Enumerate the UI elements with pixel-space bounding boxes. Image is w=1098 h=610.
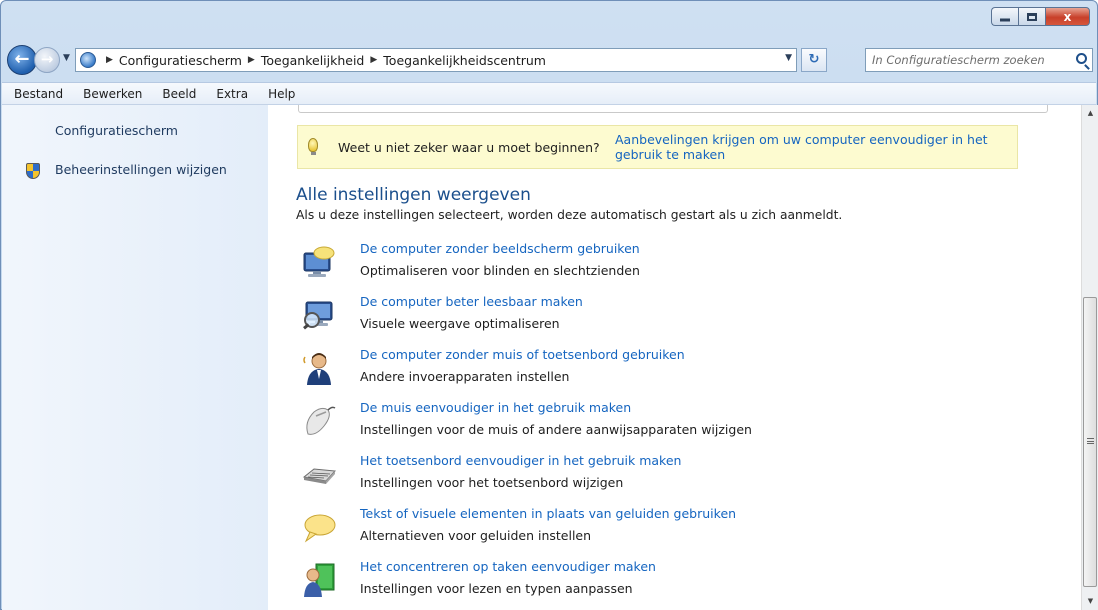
title-bar: x (1, 1, 1097, 41)
close-button[interactable]: x (1045, 7, 1090, 26)
setting-description: Instellingen voor het toetsenbord wijzig… (360, 475, 624, 490)
window-controls: x (991, 7, 1090, 26)
main-content: Weet u niet zeker waar u moet beginnen? … (268, 105, 1081, 610)
speech-bubble-icon (304, 514, 336, 543)
setting-link[interactable]: Het toetsenbord eenvoudiger in het gebru… (360, 453, 681, 468)
section-subtitle: Als u deze instellingen selecteert, word… (296, 208, 843, 222)
setting-description: Instellingen voor lezen en typen aanpass… (360, 581, 633, 596)
minimize-icon (1000, 18, 1010, 21)
menu-file[interactable]: Bestand (14, 87, 63, 101)
minimize-button[interactable] (991, 7, 1018, 26)
chevron-right-icon[interactable]: ▶ (248, 55, 255, 65)
setting-link[interactable]: De computer zonder muis of toetsenbord g… (360, 347, 685, 362)
section-title: Alle instellingen weergeven (296, 185, 531, 205)
navigation-bar: ← → ▼ ▶ Configuratiescherm ▶ Toegankelij… (7, 45, 1093, 75)
person-speech-icon (303, 353, 331, 385)
setting-item: Tekst of visuele elementen in plaats van… (296, 506, 996, 552)
menu-tools[interactable]: Extra (216, 87, 248, 101)
content-top-border (298, 105, 1048, 113)
recommendations-link[interactable]: Aanbevelingen krijgen om uw computer een… (615, 132, 1010, 162)
menu-view[interactable]: Beeld (162, 87, 196, 101)
lightbulb-icon (308, 138, 318, 155)
scroll-up-button[interactable]: ▲ (1082, 105, 1098, 122)
keyboard-icon (302, 468, 336, 484)
setting-description: Instellingen voor de muis of andere aanw… (360, 422, 752, 437)
sidebar: Configuratiescherm Beheerinstellingen wi… (2, 105, 268, 610)
setting-description: Andere invoerapparaten instellen (360, 369, 570, 384)
sidebar-link-admin-settings[interactable]: Beheerinstellingen wijzigen (55, 162, 227, 177)
menu-bar: Bestand Bewerken Beeld Extra Help (2, 82, 1096, 105)
mouse-icon (306, 406, 336, 435)
setting-link[interactable]: Het concentreren op taken eenvoudiger ma… (360, 559, 656, 574)
menu-help[interactable]: Help (268, 87, 295, 101)
setting-description: Alternatieven voor geluiden instellen (360, 528, 592, 543)
maximize-icon (1027, 12, 1037, 21)
breadcrumb-accessibility[interactable]: Toegankelijkheid (261, 53, 365, 68)
refresh-button[interactable]: ↻ (801, 48, 827, 72)
setting-link[interactable]: Tekst of visuele elementen in plaats van… (360, 506, 736, 521)
close-icon: x (1063, 9, 1072, 24)
setting-item: De computer zonder muis of toetsenbord g… (296, 347, 996, 393)
refresh-icon: ↻ (808, 52, 820, 67)
menu-edit[interactable]: Bewerken (83, 87, 142, 101)
shield-icon (26, 163, 40, 179)
chevron-right-icon[interactable]: ▶ (106, 55, 113, 65)
search-box[interactable] (865, 48, 1093, 72)
setting-link[interactable]: De computer zonder beeldscherm gebruiken (360, 241, 640, 256)
tip-banner: Weet u niet zeker waar u moet beginnen? … (297, 125, 1018, 169)
window-frame: x ← → ▼ ▶ Configuratiescherm ▶ Toegankel… (0, 0, 1098, 610)
grip-icon (1087, 438, 1094, 444)
search-input[interactable] (866, 49, 1066, 71)
sidebar-link-control-panel[interactable]: Configuratiescherm (55, 123, 178, 138)
back-button[interactable]: ← (7, 45, 37, 75)
vertical-scrollbar[interactable]: ▲ ▼ (1081, 105, 1098, 610)
setting-link[interactable]: De muis eenvoudiger in het gebruik maken (360, 400, 631, 415)
scroll-thumb[interactable] (1083, 297, 1097, 587)
setting-item: De muis eenvoudiger in het gebruik maken… (296, 400, 996, 446)
forward-button[interactable]: → (34, 47, 60, 73)
setting-item: De computer zonder beeldscherm gebruiken… (296, 241, 996, 287)
address-dropdown-icon[interactable]: ▼ (785, 53, 792, 63)
setting-description: Visuele weergave optimaliseren (360, 316, 560, 331)
setting-item: Het concentreren op taken eenvoudiger ma… (296, 559, 996, 605)
address-bar[interactable]: ▶ Configuratiescherm ▶ Toegankelijkheid … (75, 48, 797, 72)
tip-question: Weet u niet zeker waar u moet beginnen? (338, 140, 600, 155)
arrow-right-icon: → (40, 50, 54, 69)
chevron-right-icon[interactable]: ▶ (370, 55, 377, 65)
person-focus-icon (304, 563, 335, 597)
monitor-magnifier-icon (303, 301, 333, 330)
monitor-speech-icon (303, 246, 335, 277)
setting-link[interactable]: De computer beter leesbaar maken (360, 294, 583, 309)
breadcrumb-ease-of-access-center[interactable]: Toegankelijkheidscentrum (383, 53, 546, 68)
breadcrumb-control-panel[interactable]: Configuratiescherm (119, 53, 242, 68)
maximize-button[interactable] (1018, 7, 1045, 26)
recent-pages-dropdown[interactable]: ▼ (63, 53, 70, 63)
arrow-left-icon: ← (14, 48, 30, 70)
setting-item: Het toetsenbord eenvoudiger in het gebru… (296, 453, 996, 499)
search-icon[interactable] (1076, 53, 1087, 64)
scroll-down-button[interactable]: ▼ (1082, 593, 1098, 610)
control-panel-icon (80, 52, 96, 68)
setting-description: Optimaliseren voor blinden en slechtzien… (360, 263, 640, 278)
setting-item: De computer beter leesbaar maken Visuele… (296, 294, 996, 340)
